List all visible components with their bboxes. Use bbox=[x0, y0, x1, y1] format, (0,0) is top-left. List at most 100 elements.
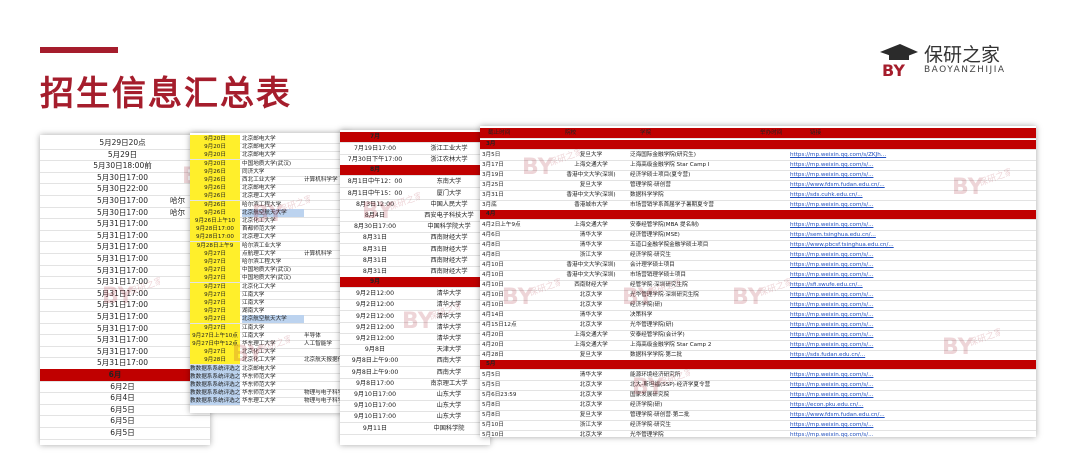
link-cell[interactable]: https://mp.weixin.qq.com/s/... bbox=[790, 340, 950, 350]
link-cell[interactable]: https://sfi.swufe.edu.cn/... bbox=[790, 280, 950, 290]
table-cell: 山东大学 bbox=[436, 413, 462, 421]
table-cell: 香港中文大学(深圳) bbox=[566, 262, 616, 268]
table-cell: 8月3日12:00 bbox=[355, 200, 395, 208]
table-cell: 7月30日下午17:00 bbox=[347, 156, 403, 164]
link-cell[interactable]: https://mp.weixin.qq.com/s/... bbox=[790, 380, 950, 390]
link-cell[interactable]: https://mp.weixin.qq.com/s/... bbox=[790, 260, 950, 270]
table-cell: 决策科学 bbox=[630, 312, 653, 318]
table-cell: 8月31日 bbox=[362, 256, 388, 264]
table-cell: 9月28日17:00 bbox=[190, 233, 240, 242]
link-cell[interactable]: https://mp.weixin.qq.com/s/... bbox=[790, 250, 950, 260]
table-cell: 9月27日 bbox=[190, 299, 240, 307]
table-cell: 5月30日17:00 bbox=[97, 196, 148, 205]
table-row: 教数据系系统评选之 华东理工大学 物理与电子科学 bbox=[190, 397, 350, 407]
table-row: 6月5日 bbox=[40, 427, 210, 440]
table-cell: 西南大学 bbox=[436, 368, 462, 376]
table-cell: 安泰经管学院(MBA 提名制) bbox=[630, 222, 699, 228]
link-cell[interactable]: https://mp.weixin.qq.com/s/... bbox=[790, 330, 950, 340]
link-cell[interactable]: https://mp.weixin.qq.com/s/... bbox=[790, 160, 950, 170]
table-cell: 9月8日17:00 bbox=[355, 379, 395, 387]
table-cell: 3月25日 bbox=[482, 182, 504, 188]
table-cell: 华东理工大学 bbox=[242, 398, 276, 405]
link-cell[interactable]: https://mp.weixin.qq.com/s/... bbox=[790, 370, 950, 380]
table-cell: 9月2日12:00 bbox=[355, 290, 395, 298]
table-cell: 9月2日12:00 bbox=[355, 323, 395, 331]
link-cell[interactable]: https://www.pbcsf.tsinghua.edu.cn/... bbox=[790, 240, 950, 250]
table-row: 9月11日 中国科学院 bbox=[340, 423, 490, 435]
table-cell: 北京航空航天大学 bbox=[242, 315, 304, 324]
table-cell: 4月10日 bbox=[482, 272, 504, 278]
link-cell[interactable]: https://mp.weixin.qq.com/s/... bbox=[790, 220, 950, 230]
table-cell: 北京大学 bbox=[579, 292, 603, 298]
table-cell: 清华大学 bbox=[579, 372, 603, 378]
table-row: 8月1日中午12：00 东南大学 bbox=[340, 176, 490, 189]
table-cell: 5月8日 bbox=[482, 402, 501, 408]
table-cell: 浙江大学 bbox=[579, 252, 603, 258]
table-cell: 西南大学 bbox=[436, 357, 462, 365]
table-cell: 9月2日12:00 bbox=[355, 312, 395, 320]
table-cell: 9月20日 bbox=[190, 151, 240, 160]
link-cell[interactable]: https://mp.weixin.qq.com/s/ZKJh... bbox=[790, 150, 950, 160]
link-cell[interactable]: https://mp.weixin.qq.com/s/... bbox=[790, 270, 950, 280]
table-cell: 复旦大学 bbox=[579, 152, 603, 158]
table-cell: 教数据系系统评选之 bbox=[190, 364, 240, 373]
link-cell[interactable]: https://sem.tsinghua.edu.cn/... bbox=[790, 230, 950, 240]
table-cell: 清华大学 bbox=[579, 312, 603, 318]
table-cell: 4月20日 bbox=[482, 332, 504, 338]
table-cell: 清华大学 bbox=[436, 323, 462, 331]
month-band-march: 3月 bbox=[480, 140, 1036, 150]
table-cell: 西北工业大学 bbox=[242, 177, 276, 183]
link-cell[interactable]: https://mp.weixin.qq.com/s/... bbox=[790, 170, 950, 180]
table-cell: 7月19日17:00 bbox=[353, 145, 397, 152]
table-cell: 数据科学学院 bbox=[630, 192, 664, 198]
table-row: 7月19日17:00 浙江工业大学 bbox=[340, 143, 490, 155]
link-cell[interactable]: https://sds.cuhk.edu.cn/... bbox=[790, 190, 950, 200]
table-cell: 6月2日 bbox=[110, 381, 135, 391]
link-cell[interactable]: https://mp.weixin.qq.com/s/... bbox=[790, 200, 950, 210]
table-cell: 9月28日 bbox=[190, 356, 240, 365]
table-cell: 西南财经大学 bbox=[430, 245, 468, 253]
table-cell: 5月31日17:00 bbox=[97, 242, 148, 252]
table-cell: 首都师范大学 bbox=[242, 226, 276, 233]
table-cell: 6月5日 bbox=[110, 416, 135, 426]
link-cell[interactable]: https://mp.weixin.qq.com/s/... bbox=[790, 390, 950, 400]
table-cell: 3月5日 bbox=[482, 152, 501, 158]
link-cell[interactable]: https://mp.weixin.qq.com/s/... bbox=[790, 430, 950, 437]
table-cell: 经济管理学院(MSE) bbox=[630, 232, 680, 238]
table-cell: 4月8日 bbox=[482, 242, 501, 248]
table-cell: 教数据系系统评选之 bbox=[190, 381, 240, 389]
link-cell[interactable]: https://mp.weixin.qq.com/s/... bbox=[790, 290, 950, 300]
table-cell: 8月30日17:00 bbox=[353, 223, 397, 231]
link-cell[interactable]: https://mp.weixin.qq.com/s/... bbox=[790, 420, 950, 430]
table-row: 8月31日 西南财经大学 bbox=[340, 255, 490, 267]
table-cell: 北京大学 bbox=[579, 432, 603, 437]
link-cell[interactable]: https://mp.weixin.qq.com/s/... bbox=[790, 300, 950, 310]
table-cell: 9月27日 bbox=[190, 290, 240, 299]
link-cell[interactable]: https://mp.weixin.qq.com/s/... bbox=[790, 310, 950, 320]
table-cell: 6月5日 bbox=[110, 404, 135, 414]
link-cell[interactable]: https://mp.weixin.qq.com/s/... bbox=[790, 320, 950, 330]
table-cell: 8月31日 bbox=[362, 268, 388, 275]
table-cell: 上海交通大学 bbox=[574, 332, 608, 338]
link-cell[interactable]: https://econ.pku.edu.cn/... bbox=[790, 400, 950, 410]
table-cell: 经济学院·研究生 bbox=[630, 252, 671, 258]
link-cell[interactable]: https://www.fdsm.fudan.edu.cn/... bbox=[790, 410, 950, 420]
table-cell: 9月10日17:00 bbox=[353, 391, 397, 398]
table-cell: 9月2日12:00 bbox=[355, 335, 395, 342]
table-row: 9月2日12:00 清华大学 bbox=[340, 322, 490, 334]
table-cell: 5月29日20点 bbox=[99, 138, 146, 147]
spreadsheet-september-a: 9月20日 北京邮电大学 9月20日 北京邮电大学 9月20日 北京邮电大学 9月20日 中国… bbox=[190, 133, 350, 413]
link-cell[interactable]: https://www.fdsm.fudan.edu.cn/... bbox=[790, 180, 950, 190]
table-cell: 江南大学 bbox=[242, 324, 265, 331]
table-cell: 北京化工大学 bbox=[242, 218, 276, 224]
table-cell: 哈尔滨工程大学 bbox=[242, 201, 282, 208]
table-cell: 3月31日 bbox=[482, 192, 504, 198]
month-band-july: 7月 bbox=[340, 132, 490, 143]
table-cell: 5月31日17:00 bbox=[97, 254, 148, 263]
page-title: 招生信息汇总表 bbox=[40, 74, 292, 114]
table-cell: 9月20日 bbox=[190, 135, 240, 143]
link-cell[interactable]: https://sds.fudan.edu.cn/... bbox=[790, 350, 950, 360]
table-row: 9月8日 天津大学 bbox=[340, 344, 490, 357]
table-cell: 数据科学学院·第二批 bbox=[630, 352, 683, 358]
table-cell: 香港城市大学 bbox=[574, 202, 608, 208]
